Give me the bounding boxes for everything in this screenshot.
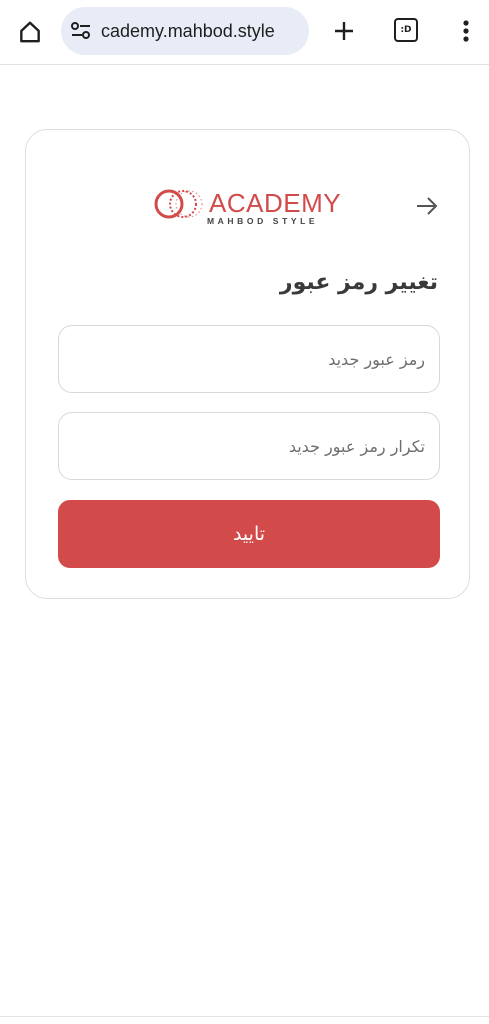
logo-circles-icon (154, 189, 203, 219)
browser-menu-button[interactable] (452, 14, 480, 48)
plus-icon (335, 22, 353, 40)
arrow-right-icon (417, 197, 438, 215)
divider (0, 1016, 489, 1017)
repeat-password-field[interactable] (58, 412, 440, 480)
home-icon (20, 21, 40, 43)
academy-logo[interactable]: ACADEMY MAHBOD STYLE (153, 182, 347, 226)
submit-button[interactable]: تایید (58, 500, 440, 568)
site-info-button[interactable] (69, 19, 93, 43)
address-bar[interactable]: cademy.mahbod.style (61, 7, 309, 55)
logo-main-text: ACADEMY (209, 188, 342, 218)
more-vert-icon (463, 20, 469, 42)
home-button[interactable] (13, 15, 47, 49)
page-title: تغییر رمز عبور (279, 270, 438, 295)
tab-switcher-icon: :D (394, 18, 418, 42)
tune-icon (71, 22, 90, 39)
tab-switcher-button[interactable]: :D (391, 15, 421, 45)
url-text[interactable]: cademy.mahbod.style (101, 7, 275, 55)
new-tab-button[interactable] (327, 14, 361, 48)
change-password-card: ACADEMY MAHBOD STYLE تغییر رمز عبور تایی… (25, 129, 470, 599)
logo-sub-text: MAHBOD STYLE (207, 216, 319, 226)
new-password-field[interactable] (58, 325, 440, 393)
browser-toolbar: cademy.mahbod.style :D (0, 0, 489, 65)
back-button[interactable] (414, 194, 440, 218)
